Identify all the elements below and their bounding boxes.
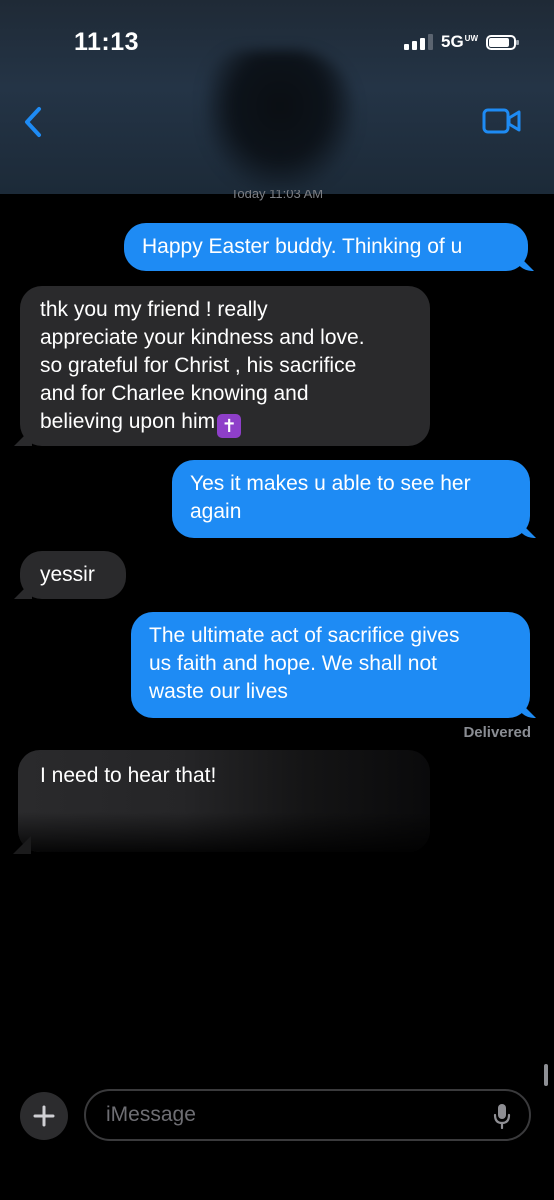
incoming-message-bubble-obscured[interactable]: I need to hear that! [18, 750, 430, 852]
message-line: and for Charlee knowing and [40, 382, 309, 405]
back-button[interactable] [18, 104, 48, 140]
input-placeholder: iMessage [106, 1103, 196, 1126]
apps-plus-button[interactable] [20, 1092, 68, 1140]
chevron-left-icon [25, 107, 41, 137]
message-line: appreciate your kindness and love. [40, 326, 365, 349]
message-line: thk you my friend ! really [40, 298, 268, 321]
message-line: believing upon him [40, 410, 216, 433]
microphone-icon[interactable] [493, 1103, 511, 1129]
video-camera-icon [482, 108, 521, 134]
outgoing-message-bubble[interactable]: Happy Easter buddy. Thinking of u [124, 223, 528, 271]
message-line: again [190, 500, 242, 523]
incoming-message-bubble[interactable]: thk you my friend ! really appreciate yo… [20, 286, 430, 446]
outgoing-message-bubble[interactable]: Yes it makes u able to see her again [172, 460, 530, 538]
cellular-signal-icon [403, 34, 433, 50]
message-text: I need to hear that! [40, 764, 217, 787]
delivered-status: Delivered [463, 724, 531, 741]
battery-icon [486, 34, 519, 50]
imessage-input[interactable]: iMessage [84, 1089, 531, 1141]
plus-icon [33, 1105, 55, 1127]
contact-photo-blurred [205, 50, 355, 190]
message-text: Happy Easter buddy. Thinking of u [142, 235, 463, 258]
message-text: yessir [40, 563, 95, 586]
conversation-header: 11:13 5GUW [0, 0, 554, 194]
message-line: Yes it makes u able to see her [190, 472, 471, 495]
network-type: 5GUW [440, 32, 478, 51]
incoming-message-bubble[interactable]: yessir [20, 551, 126, 599]
outgoing-message-bubble[interactable]: The ultimate act of sacrifice gives us f… [131, 612, 530, 718]
message-timestamp: Today 11:03 AM [230, 190, 324, 201]
status-bar-time: 11:13 [74, 28, 140, 56]
facetime-video-button[interactable] [482, 104, 522, 138]
message-line: us faith and hope. We shall not [149, 652, 437, 675]
message-line: so grateful for Christ , his sacrifice [40, 354, 357, 377]
home-indicator-area [0, 1186, 554, 1200]
scroll-indicator[interactable] [544, 1064, 548, 1086]
message-line: The ultimate act of sacrifice gives [149, 624, 460, 647]
message-line: waste our lives [149, 680, 288, 703]
status-bar-indicators: 5GUW [403, 32, 519, 52]
latin-cross-emoji: ✝ [217, 414, 242, 438]
